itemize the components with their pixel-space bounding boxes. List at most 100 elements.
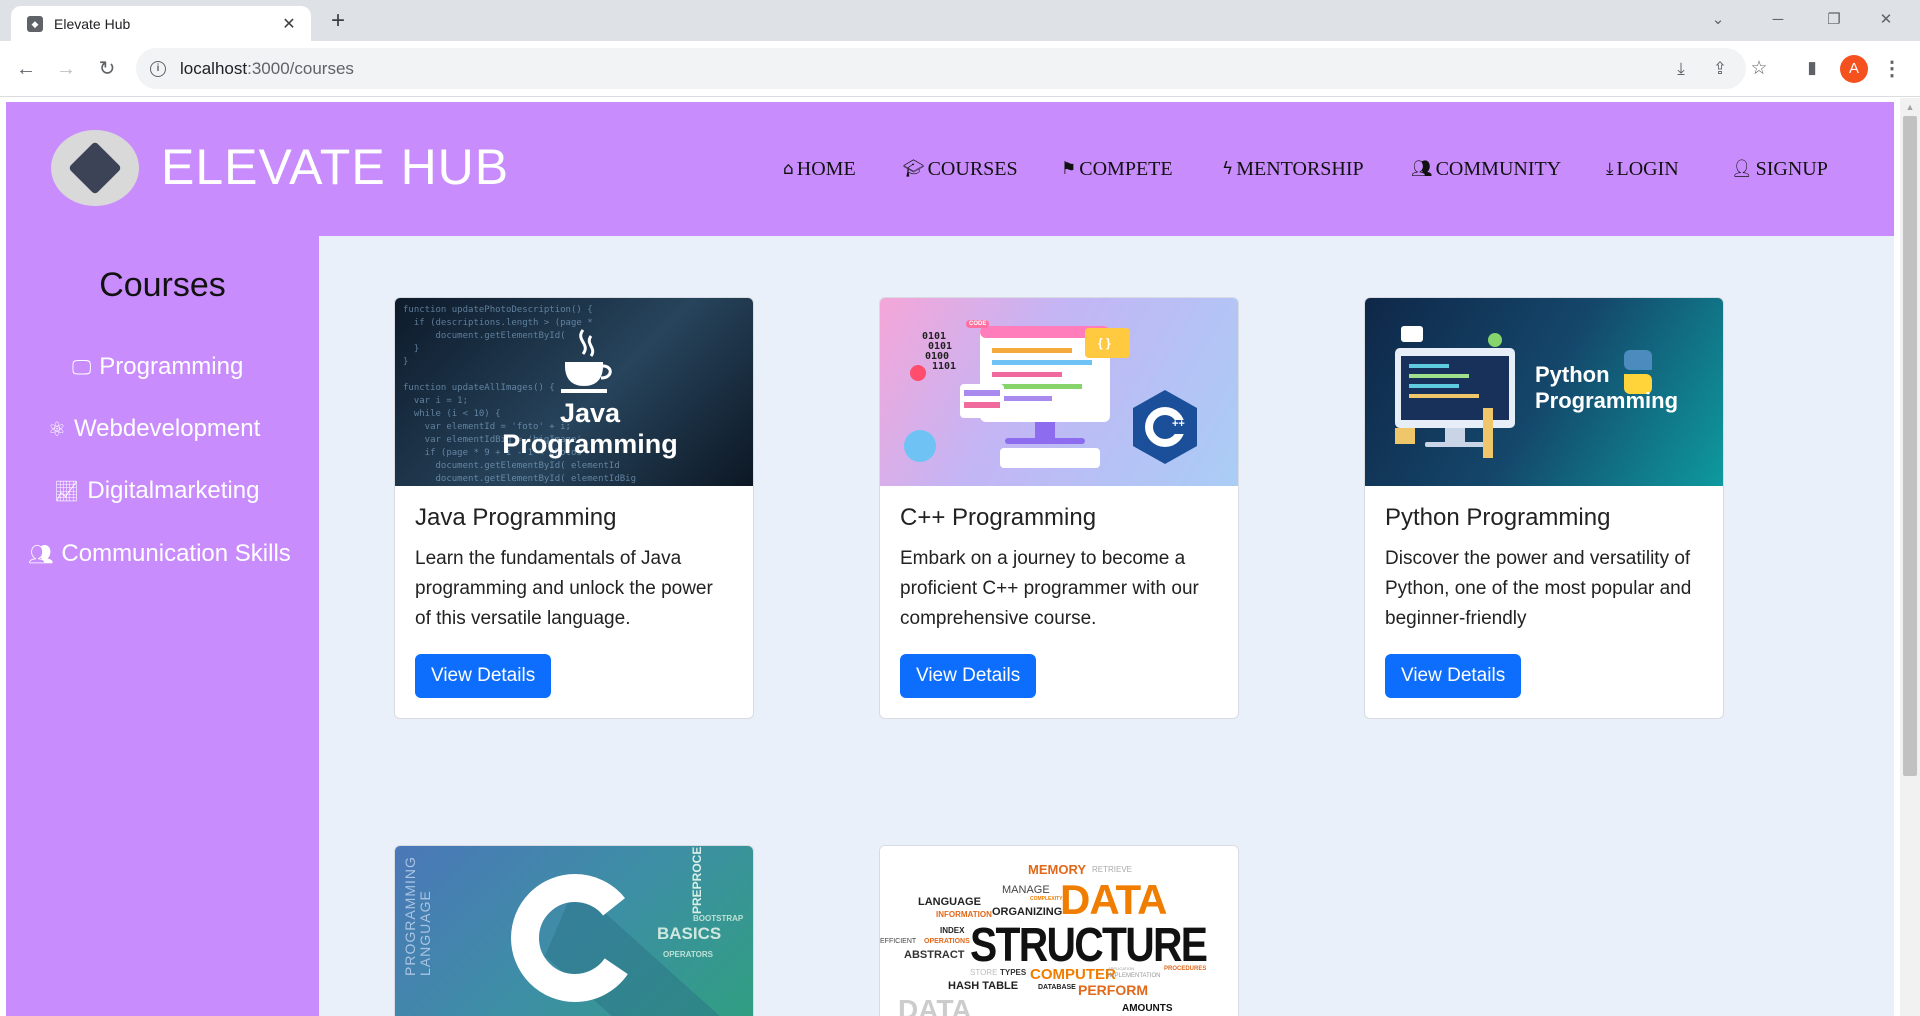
ds-word: MANAGE xyxy=(1002,884,1050,896)
scrollbar-thumb[interactable] xyxy=(1903,116,1917,776)
course-sidebar: Courses 🖵︎ Programming ⚛ Webdevelopment 📈︎… xyxy=(6,236,319,1016)
tab-search-icon[interactable]: ⌄ xyxy=(1698,6,1738,34)
c-image-word: OPERATORS xyxy=(663,950,713,959)
java-cup-icon xyxy=(561,329,612,393)
page-scrollbar[interactable]: ▲ xyxy=(1900,98,1920,1016)
course-card-data-structure: MEMORY RETRIEVE DATA MANAGE COMPLEXITY L… xyxy=(879,845,1239,1016)
browser-menu-icon[interactable]: ⋮ xyxy=(1882,54,1902,84)
nav-signup[interactable]: 👤︎ SIGNUP xyxy=(1731,154,1828,184)
restore-button[interactable]: ❐ xyxy=(1814,6,1854,34)
sidebar-item-webdevelopment[interactable]: ⚛ Webdevelopment xyxy=(48,414,260,444)
ds-word: PERFORM xyxy=(1078,982,1148,998)
ds-word: ORGANIZING xyxy=(992,906,1063,918)
c-image-word: BASICS xyxy=(657,924,722,943)
nav-home[interactable]: ⌂ HOME xyxy=(783,154,856,184)
close-window-button[interactable]: ✕ xyxy=(1866,6,1906,34)
java-image-title: Java Programming xyxy=(502,398,678,459)
ds-word: LANGUAGE xyxy=(918,896,981,908)
new-tab-button[interactable]: + xyxy=(324,8,352,36)
ds-word: DATA xyxy=(898,994,972,1016)
cpp-course-image: 0101 0101 0100 1101 CODE { } ++ xyxy=(880,298,1238,486)
python-course-image: Python Programming xyxy=(1365,298,1723,486)
share-icon[interactable]: ⇪ xyxy=(1710,59,1730,79)
forward-button[interactable]: → xyxy=(50,53,82,85)
scroll-up-arrow-icon[interactable]: ▲ xyxy=(1900,98,1920,116)
ds-word: STRUCTURE xyxy=(970,919,1208,972)
card-description: Discover the power and versatility of Py… xyxy=(1385,548,1692,629)
nav-mentorship[interactable]: ϟ MENTORSHIP xyxy=(1222,154,1364,184)
c-image-side-label: PROGRAMMING LANGUAGE xyxy=(402,856,433,976)
ds-word: TYPES xyxy=(1000,968,1027,977)
course-card-c: PROGRAMMING LANGUAGE BASICS PREPROCE BOO… xyxy=(394,845,754,1016)
address-bar[interactable]: i localhost:3000/courses ⤓ ⇪ ☆ xyxy=(136,48,1768,89)
install-app-icon[interactable]: ⤓ xyxy=(1671,59,1691,79)
home-icon: ⌂ xyxy=(783,159,794,179)
card-title: Java Programming xyxy=(415,504,617,531)
ds-word: STORE xyxy=(970,968,998,977)
cpp-logo-plus: ++ xyxy=(1172,418,1185,430)
url-text: localhost:3000/courses xyxy=(180,58,354,78)
profile-avatar[interactable]: A xyxy=(1840,55,1868,83)
nav-login[interactable]: ⤓ LOGIN xyxy=(1606,154,1679,184)
view-details-button[interactable]: View Details xyxy=(900,654,1037,698)
python-image-title: Python Programming xyxy=(1535,362,1679,413)
ds-word: OPERATIONS xyxy=(924,938,970,945)
course-content: function updatePhotoDescription() { if (… xyxy=(319,236,1894,1016)
ds-word: EFFICIENT xyxy=(880,938,917,945)
course-card-python: Python Programming Python Programming Di… xyxy=(1364,297,1724,719)
site: ELEVATE HUB ⌂ HOME 🎓︎ COURSES ⚑ COMPETE ϟ ME… xyxy=(6,102,1894,1016)
atom-icon: ⚛ xyxy=(48,417,66,441)
logo-mark-icon xyxy=(68,141,122,195)
sidebar-item-communication-skills[interactable]: 👥︎ Communication Skills xyxy=(28,539,291,569)
back-button[interactable]: ← xyxy=(10,53,42,85)
nav-compete[interactable]: ⚑ COMPETE xyxy=(1061,154,1173,184)
ds-word: IMPLEMENTATION xyxy=(1108,973,1161,979)
ds-word: COMPLEXITY xyxy=(1030,896,1063,902)
data-structure-course-image: MEMORY RETRIEVE DATA MANAGE COMPLEXITY L… xyxy=(880,846,1238,1016)
sidebar-item-digitalmarketing[interactable]: 📈︎ Digitalmarketing xyxy=(54,476,259,506)
course-card-cpp: 0101 0101 0100 1101 CODE { } ++ C++ Prog… xyxy=(879,297,1239,719)
c-image-word: BOOTSTRAP xyxy=(693,914,744,923)
ds-word: MEMORY xyxy=(1028,862,1087,877)
c-image-word: PREPROCE xyxy=(690,846,704,914)
download-icon: ⤓ xyxy=(1606,159,1614,179)
ds-word: PROCEDURES xyxy=(1164,966,1207,972)
ds-word: DATABASE xyxy=(1038,984,1076,991)
nav-courses[interactable]: 🎓︎ COURSES xyxy=(903,154,1018,184)
ds-word: ABSTRACT xyxy=(904,949,965,961)
flag-icon: ⚑ xyxy=(1061,159,1077,179)
cpp-illustration xyxy=(904,326,1197,468)
binary-text: 0101 0101 0100 1101 xyxy=(922,331,957,372)
browser-toolbar: ← → ↻ i localhost:3000/courses ⤓ ⇪ ☆ ▮ A… xyxy=(0,41,1920,97)
ds-word: RETRIEVE xyxy=(1092,865,1133,874)
java-course-image: function updatePhotoDescription() { if (… xyxy=(395,298,753,486)
ds-word: AMOUNTS xyxy=(1122,1003,1173,1014)
site-logo[interactable] xyxy=(51,130,139,206)
minimize-button[interactable]: ─ xyxy=(1758,6,1798,34)
nav-community[interactable]: 👥︎ COMMUNITY xyxy=(1411,154,1561,184)
people-icon: 👥︎ xyxy=(28,542,54,566)
view-details-button[interactable]: View Details xyxy=(1385,654,1522,698)
ds-word: INDEX xyxy=(940,926,965,935)
c-course-image: PROGRAMMING LANGUAGE BASICS PREPROCE BOO… xyxy=(395,846,753,1016)
view-details-button[interactable]: View Details xyxy=(415,654,552,698)
browser-tabstrip: ◆ Elevate Hub ✕ + ⌄ ─ ❐ ✕ xyxy=(0,0,1920,41)
bolt-icon: ϟ xyxy=(1222,159,1234,179)
favicon-icon: ◆ xyxy=(27,15,43,32)
brand-name[interactable]: ELEVATE HUB xyxy=(161,138,509,196)
browser-tab[interactable]: ◆ Elevate Hub ✕ xyxy=(11,6,311,41)
ds-word: COMPUTER xyxy=(1030,966,1116,983)
course-card-java: function updatePhotoDescription() { if (… xyxy=(394,297,754,719)
ds-word: DATA xyxy=(1060,876,1167,923)
graduation-cap-icon: 🎓︎ xyxy=(903,159,925,179)
braces-glyph: { } xyxy=(1098,336,1111,350)
bookmark-star-icon[interactable]: ☆ xyxy=(1749,59,1769,79)
code-badge: CODE xyxy=(966,320,990,328)
close-tab-icon[interactable]: ✕ xyxy=(279,14,299,34)
side-panel-icon[interactable]: ▮ xyxy=(1802,58,1822,78)
sidebar-title: Courses xyxy=(99,266,226,304)
tab-title: Elevate Hub xyxy=(54,15,131,32)
sidebar-item-programming[interactable]: 🖵︎ Programming xyxy=(72,352,243,382)
site-info-icon[interactable]: i xyxy=(150,60,166,77)
reload-button[interactable]: ↻ xyxy=(91,53,123,85)
